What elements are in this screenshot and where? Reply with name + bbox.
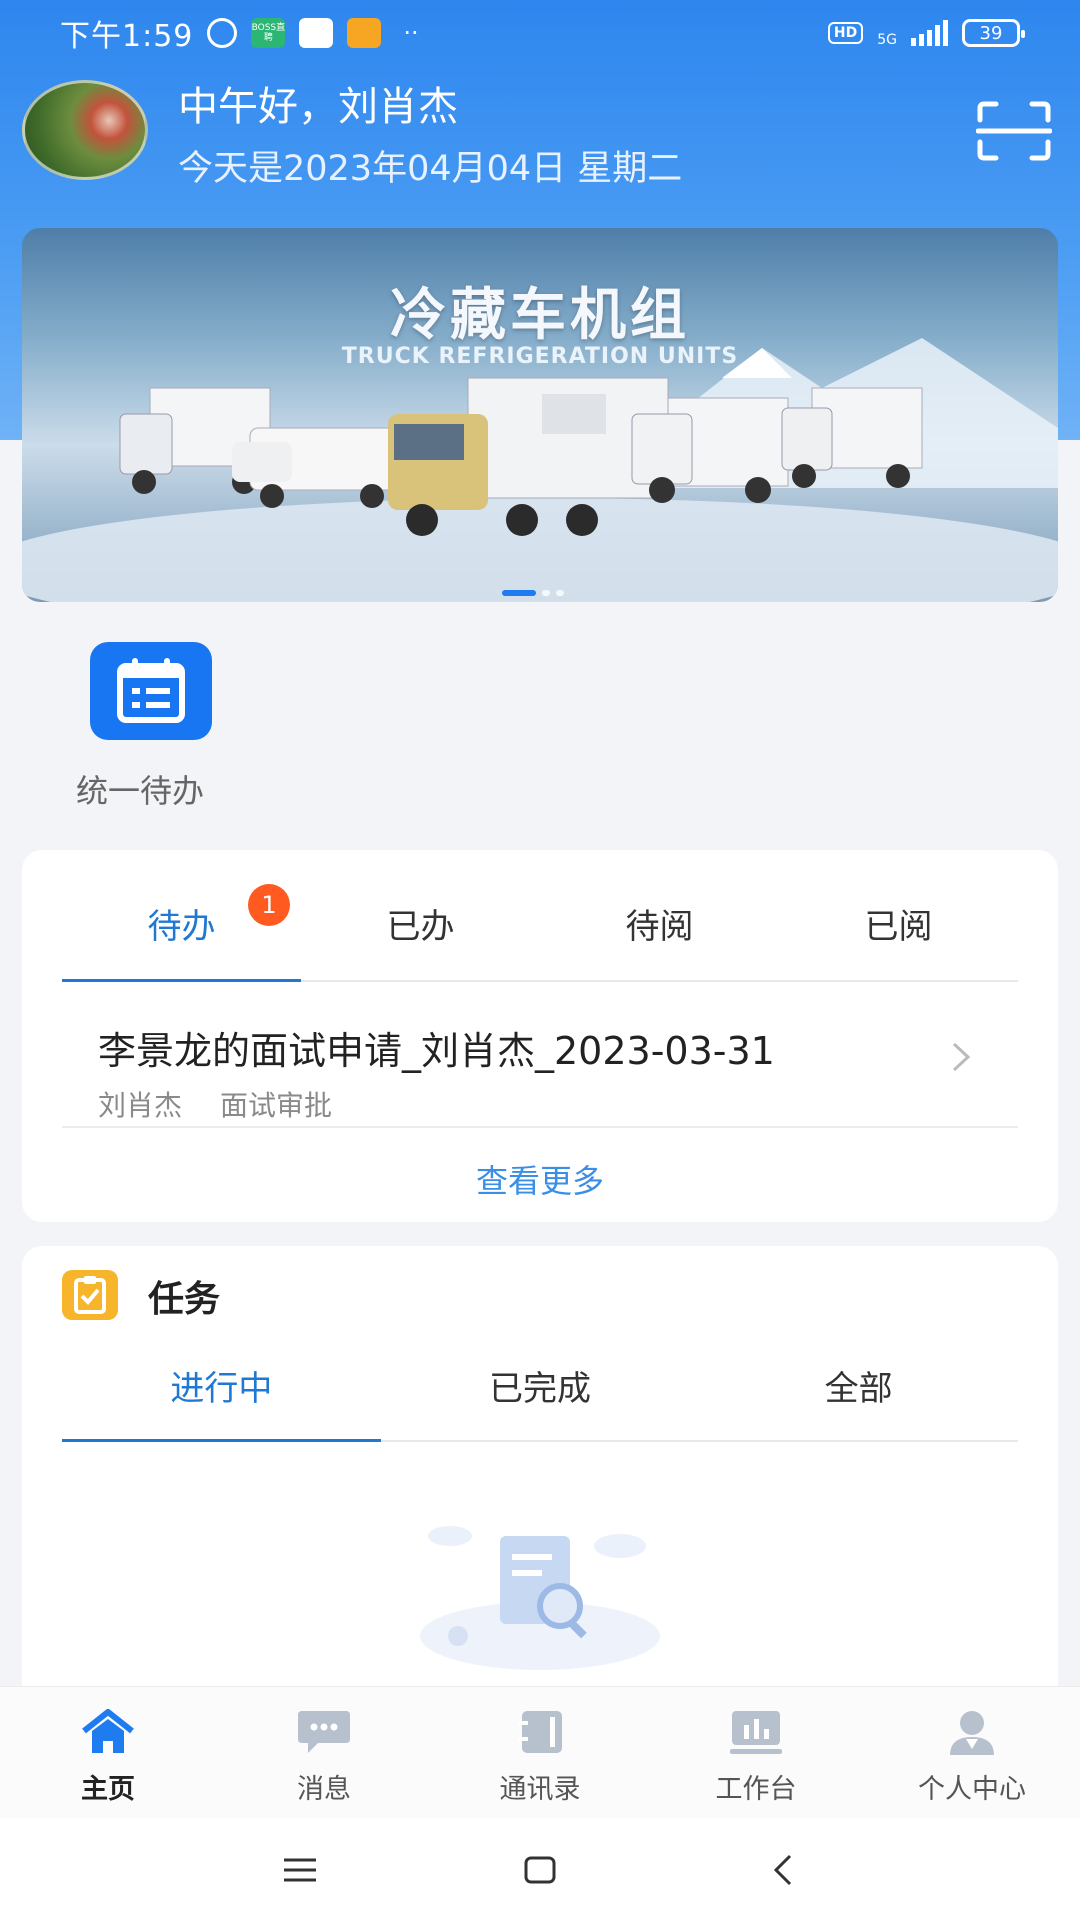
todo-item-person: 刘肖杰 bbox=[98, 1089, 183, 1122]
nav-messages[interactable]: 消息 bbox=[216, 1687, 432, 1818]
date-line: 今天是2023年04月04日 星期二 bbox=[178, 149, 683, 189]
message-app-icon bbox=[347, 18, 382, 48]
workbench-icon bbox=[730, 1711, 782, 1754]
tab-label: 进行中 bbox=[170, 1369, 273, 1409]
battery-level: 39 bbox=[979, 22, 1003, 44]
tab-label: 已完成 bbox=[489, 1369, 591, 1409]
nav-label: 主页 bbox=[81, 1774, 135, 1805]
alarm-icon bbox=[207, 18, 238, 48]
task-tabs: 进行中 已完成 全部 bbox=[62, 1346, 1018, 1442]
nav-profile[interactable]: 个人中心 bbox=[864, 1687, 1080, 1818]
nav-workbench[interactable]: 工作台 bbox=[648, 1687, 864, 1818]
menu-icon[interactable] bbox=[280, 1850, 320, 1890]
hd-icon: HD bbox=[827, 22, 864, 44]
todo-count-badge: 1 bbox=[248, 884, 290, 926]
tab-all[interactable]: 全部 bbox=[699, 1346, 1018, 1440]
tab-to-read[interactable]: 待阅 bbox=[540, 884, 779, 980]
tab-label: 已办 bbox=[386, 907, 455, 947]
battery-icon: 39 bbox=[962, 19, 1025, 47]
tab-label: 待办 bbox=[147, 907, 216, 947]
clipboard-check-icon bbox=[62, 1270, 118, 1320]
carousel-dot bbox=[556, 590, 564, 596]
carousel-dot bbox=[502, 590, 536, 596]
signal-icon bbox=[911, 20, 948, 46]
nav-contacts[interactable]: 通讯录 bbox=[432, 1687, 648, 1818]
see-more-link[interactable]: 查看更多 bbox=[22, 1156, 1058, 1202]
unified-todo-button[interactable] bbox=[90, 642, 212, 740]
tab-label: 待阅 bbox=[625, 907, 694, 947]
nav-label: 个人中心 bbox=[918, 1774, 1026, 1805]
nav-home[interactable]: 主页 bbox=[0, 1687, 216, 1818]
system-navigation-bar bbox=[0, 1818, 1080, 1920]
banner-subtitle: TRUCK REFRIGERATION UNITS bbox=[341, 344, 739, 369]
network-type: 5G bbox=[877, 32, 897, 48]
bottom-nav: 主页 消息 通讯录 工作台 个人中心 bbox=[0, 1686, 1080, 1818]
tab-done[interactable]: 已办 bbox=[301, 884, 540, 980]
todo-item-type: 面试审批 bbox=[220, 1089, 333, 1122]
message-icon bbox=[298, 1711, 350, 1753]
nav-label: 工作台 bbox=[715, 1774, 797, 1805]
tab-in-progress[interactable]: 进行中 bbox=[62, 1346, 381, 1442]
tab-label: 已阅 bbox=[864, 907, 933, 947]
more-notifications-icon: ·· bbox=[403, 19, 419, 47]
tab-todo[interactable]: 待办 1 bbox=[62, 884, 301, 982]
nav-label: 消息 bbox=[297, 1774, 351, 1805]
cloud-app-icon bbox=[299, 18, 334, 48]
todo-card: 待办 1 已办 待阅 已阅 李景龙的面试申请_刘肖杰_2023-03-31 刘肖… bbox=[22, 850, 1058, 1222]
back-icon[interactable] bbox=[764, 1850, 804, 1890]
home-square-icon[interactable] bbox=[520, 1850, 560, 1890]
avatar[interactable] bbox=[22, 80, 148, 180]
home-icon bbox=[82, 1709, 134, 1753]
contacts-icon bbox=[518, 1711, 562, 1753]
tab-completed[interactable]: 已完成 bbox=[381, 1346, 700, 1440]
tab-read[interactable]: 已阅 bbox=[779, 884, 1018, 980]
greeting: 中午好，刘肖杰 bbox=[178, 84, 458, 130]
todo-tabs: 待办 1 已办 待阅 已阅 bbox=[62, 884, 1018, 982]
unified-todo-label: 统一待办 bbox=[76, 772, 205, 810]
chevron-right-icon bbox=[952, 1042, 971, 1072]
carousel-dot bbox=[542, 590, 550, 596]
status-bar: 下午1:59 BOSS直聘 ·· HD 5G 39 bbox=[0, 0, 1080, 66]
scan-icon[interactable] bbox=[976, 100, 1052, 162]
tab-label: 全部 bbox=[824, 1369, 893, 1409]
task-section-title: 任务 bbox=[148, 1279, 221, 1320]
task-card: 任务 进行中 已完成 全部 bbox=[22, 1246, 1058, 1716]
boss-app-icon: BOSS直聘 bbox=[251, 18, 286, 48]
banner-title: 冷藏车机组 bbox=[390, 283, 690, 348]
promo-banner[interactable]: 冷藏车机组 TRUCK REFRIGERATION UNITS bbox=[22, 228, 1058, 602]
status-time: 下午1:59 bbox=[60, 19, 194, 54]
empty-state-illustration bbox=[420, 1526, 660, 1670]
todo-list-item[interactable]: 李景龙的面试申请_刘肖杰_2023-03-31 刘肖杰 面试审批 bbox=[62, 982, 1018, 1128]
nav-label: 通讯录 bbox=[499, 1774, 581, 1805]
calendar-list-icon bbox=[117, 658, 185, 723]
profile-icon bbox=[950, 1711, 994, 1755]
carousel-indicator bbox=[502, 590, 564, 596]
todo-item-title: 李景龙的面试申请_刘肖杰_2023-03-31 bbox=[98, 1029, 775, 1073]
todo-item-meta: 刘肖杰 面试审批 bbox=[98, 1084, 332, 1124]
